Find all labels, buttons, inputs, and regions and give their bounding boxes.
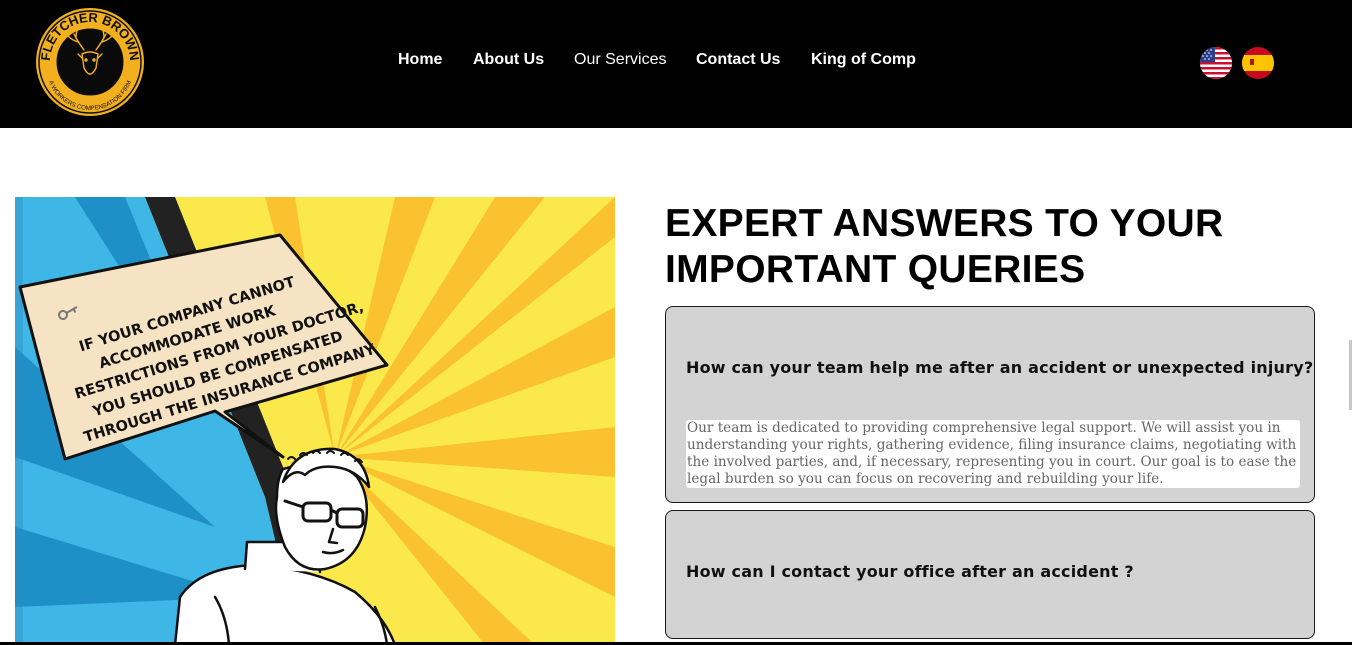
us-flag-icon[interactable] [1200,47,1232,79]
page-headline: EXPERT ANSWERS TO YOUR IMPORTANT QUERIES [665,202,1224,291]
faq-item[interactable]: How can your team help me after an accid… [665,306,1315,503]
faq-question[interactable]: How can I contact your office after an a… [686,562,1134,581]
nav-about-us-link[interactable]: About Us [473,51,544,69]
faq-item[interactable]: How can I contact your office after an a… [665,510,1315,639]
site-header: FLETCHER BROWN A WORKERS COMPENSATION FI… [0,0,1352,128]
faq-question[interactable]: How can your team help me after an accid… [686,358,1313,377]
fletcher-brown-logo[interactable]: FLETCHER BROWN A WORKERS COMPENSATION FI… [34,6,146,118]
nav-contact-us-link[interactable]: Contact Us [696,51,780,69]
comic-illustration: IF YOUR COMPANY CANNOT ACCOMMODATE WORK … [15,197,615,645]
nav-king-of-comp-link[interactable]: King of Comp [811,51,916,69]
faq-answer: Our team is dedicated to providing compr… [686,420,1300,488]
nav-our-services-link[interactable]: Our Services [574,51,666,69]
nav-home-link[interactable]: Home [398,51,442,69]
spain-flag-icon[interactable] [1242,47,1274,79]
